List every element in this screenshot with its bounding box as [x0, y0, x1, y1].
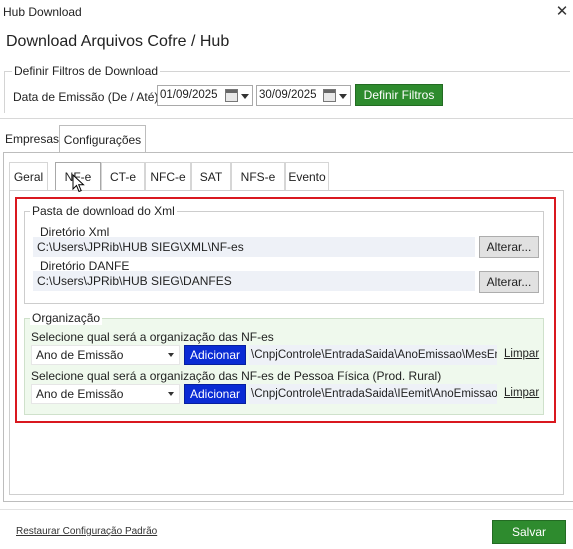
change-xml-directory-button[interactable]: Alterar... [479, 236, 539, 258]
window-title: Hub Download [3, 5, 82, 19]
organization-nfe-select-value: Ano de Emissão [36, 348, 124, 362]
organization-legend: Organização [30, 311, 103, 325]
close-icon[interactable]: ✕ [553, 2, 571, 22]
change-danfe-directory-button[interactable]: Alterar... [479, 271, 539, 293]
mouse-cursor-icon [72, 174, 85, 193]
tab-configuracoes[interactable]: Configurações [59, 125, 146, 153]
tab-geral[interactable]: Geral [9, 162, 48, 191]
organization-nfe-select[interactable]: Ano de Emissão [31, 345, 180, 365]
define-filters-button[interactable]: Definir Filtros [355, 84, 443, 106]
calendar-icon[interactable] [323, 89, 336, 102]
xml-folder-legend: Pasta de download do Xml [30, 204, 177, 218]
chevron-down-icon[interactable] [339, 94, 347, 99]
tab-nfse[interactable]: NFS-e [231, 162, 285, 191]
clear-organization-pf-link[interactable]: Limpar [504, 387, 539, 399]
divider [0, 118, 573, 119]
tab-empresas[interactable]: Empresas [4, 125, 60, 153]
add-organization-pf-button[interactable]: Adicionar [184, 384, 246, 404]
chevron-down-icon[interactable] [241, 94, 249, 99]
date-range-label: Data de Emissão (De / Até): [13, 90, 162, 104]
chevron-down-icon[interactable] [168, 353, 174, 357]
page-title: Download Arquivos Cofre / Hub [6, 33, 230, 50]
organization-pf-select-value: Ano de Emissão [36, 387, 124, 401]
organization-nfe-path: \CnpjControle\EntradaSaida\AnoEmissao\Me… [249, 345, 497, 365]
tab-cte[interactable]: CT-e [101, 162, 145, 191]
danfe-directory-field[interactable]: C:\Users\JPRib\HUB SIEG\DANFES [33, 271, 475, 291]
add-organization-nfe-button[interactable]: Adicionar [184, 345, 246, 365]
date-to-picker[interactable]: 30/09/2025 [256, 85, 351, 106]
organization-pf-label: Selecione qual será a organização das NF… [31, 369, 442, 383]
clear-organization-nfe-link[interactable]: Limpar [504, 348, 539, 360]
date-from-value: 01/09/2025 [160, 89, 218, 101]
organization-nfe-label: Selecione qual será a organização das NF… [31, 330, 274, 344]
tab-sat[interactable]: SAT [191, 162, 231, 191]
calendar-icon[interactable] [225, 89, 238, 102]
filters-legend: Definir Filtros de Download [12, 64, 161, 78]
tab-evento[interactable]: Evento [285, 162, 329, 191]
title-bar [0, 0, 573, 26]
date-from-picker[interactable]: 01/09/2025 [157, 85, 253, 106]
xml-directory-field[interactable]: C:\Users\JPRib\HUB SIEG\XML\NF-es [33, 237, 475, 257]
save-button[interactable]: Salvar [492, 520, 566, 544]
organization-pf-path: \CnpjControle\EntradaSaida\IEemit\AnoEmi… [249, 384, 497, 404]
date-to-value: 30/09/2025 [259, 89, 317, 101]
footer-divider [0, 509, 573, 510]
organization-pf-select[interactable]: Ano de Emissão [31, 384, 180, 404]
chevron-down-icon[interactable] [168, 392, 174, 396]
tab-nfce[interactable]: NFC-e [145, 162, 191, 191]
restore-defaults-link[interactable]: Restaurar Configuração Padrão [16, 526, 157, 537]
